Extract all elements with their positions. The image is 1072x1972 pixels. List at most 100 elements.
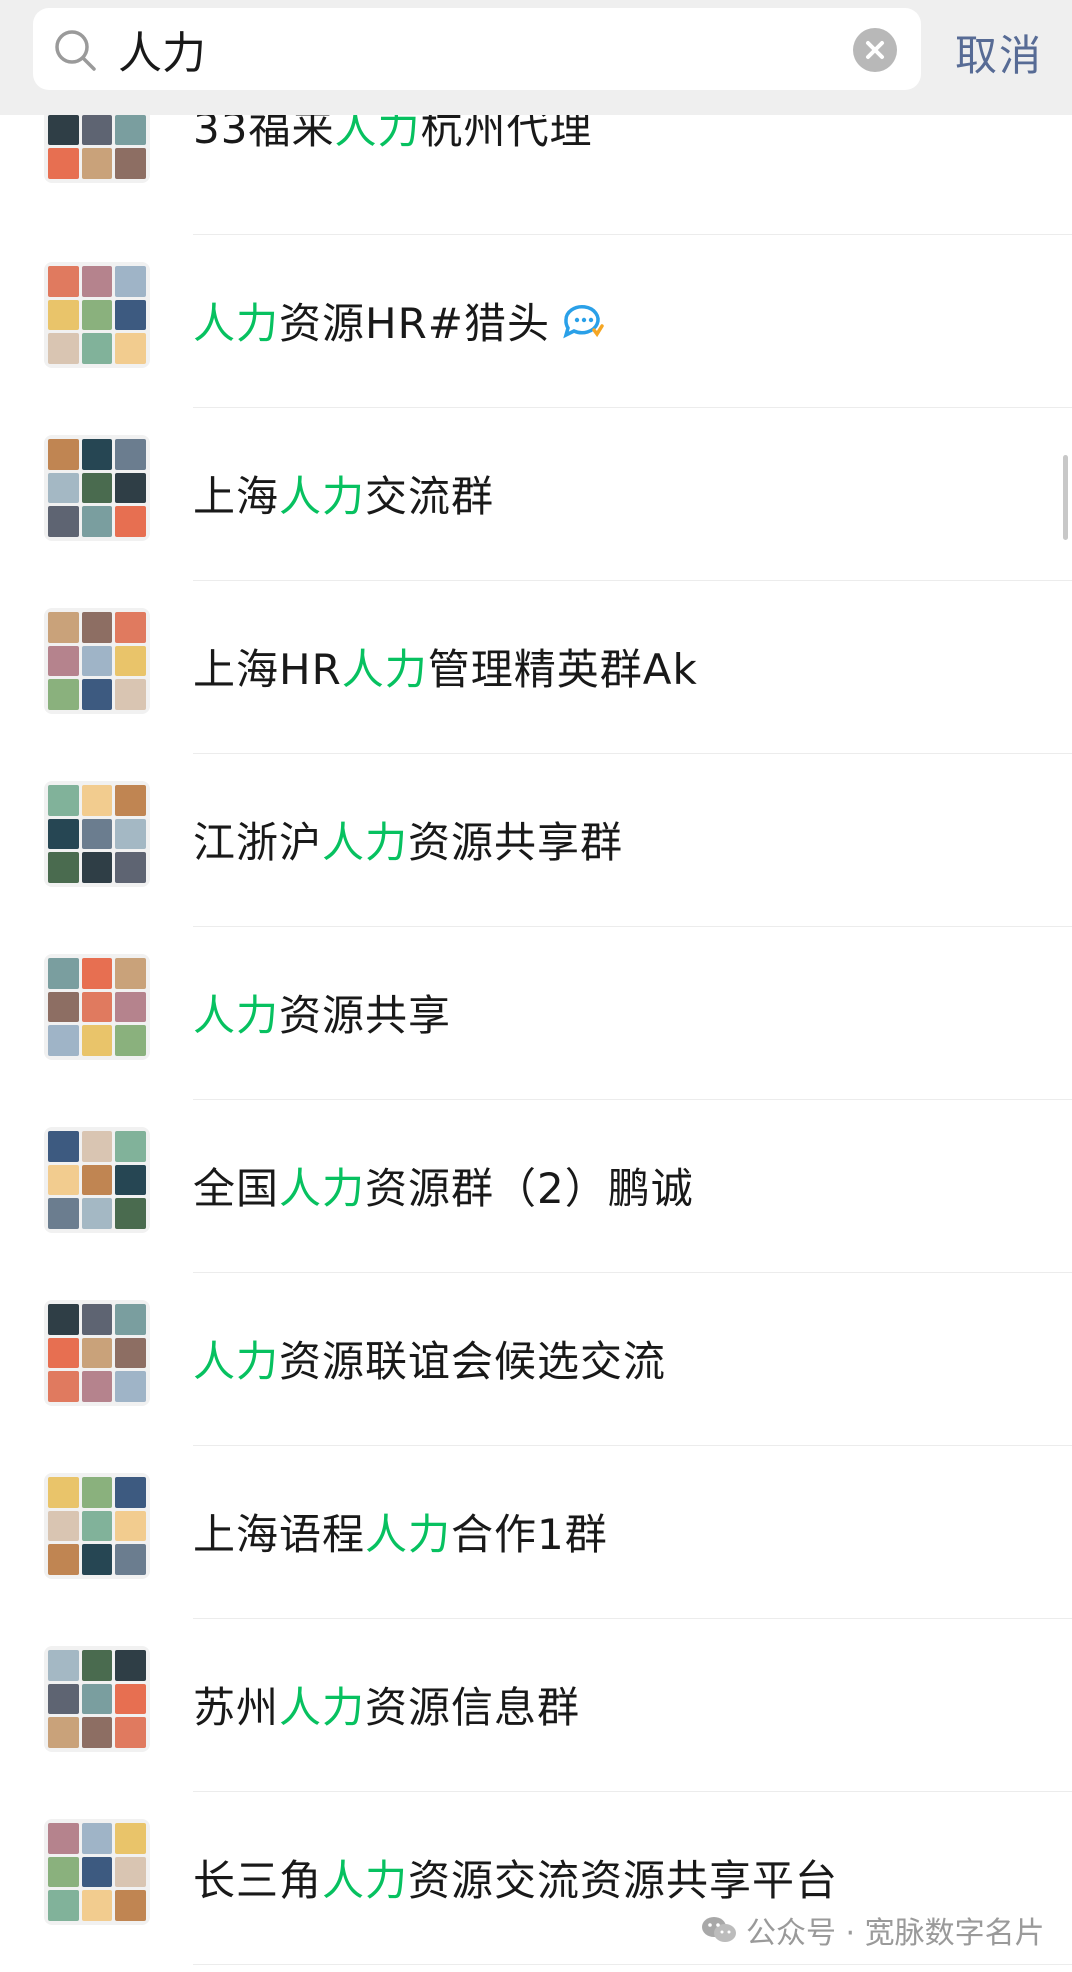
- group-name: 苏州人力资源信息群: [193, 1674, 580, 1735]
- member-avatar-tile: [115, 1683, 146, 1715]
- group-avatar: [44, 1127, 150, 1233]
- member-avatar-tile: [115, 1717, 146, 1748]
- keyword-highlight: 人力: [279, 1164, 366, 1213]
- member-avatar-tile: [115, 1477, 146, 1508]
- member-avatar-tile: [48, 1856, 79, 1888]
- member-avatar-tile: [115, 1890, 146, 1921]
- member-avatar-tile: [48, 299, 79, 331]
- keyword-highlight: 人力: [322, 818, 409, 867]
- search-results-list: 33福来人力杭州代理 人力资源HR#猎头 上海人力交流群 上海HR人力管理精英群Ak 江…: [0, 77, 1072, 1965]
- member-avatar-tile: [48, 612, 79, 643]
- search-result-row[interactable]: 人力资源HR#猎头: [0, 235, 1072, 408]
- member-avatar-tile: [115, 1371, 146, 1402]
- search-result-row[interactable]: 人力资源共享: [0, 927, 1072, 1100]
- chat-bubble-icon: [563, 304, 604, 339]
- group-avatar: [44, 1473, 150, 1579]
- member-avatar-tile: [48, 1164, 79, 1196]
- clear-search-button[interactable]: [853, 28, 897, 72]
- member-avatar-tile: [115, 472, 146, 504]
- member-avatar-tile: [48, 1717, 79, 1748]
- name-suffix: 交流群: [365, 472, 495, 521]
- search-input[interactable]: [118, 18, 858, 80]
- member-avatar-tile: [115, 148, 146, 179]
- watermark: 公众号 · 宽脉数字名片: [700, 1908, 1045, 1952]
- member-avatar-tile: [81, 958, 113, 989]
- search-result-row[interactable]: 苏州人力资源信息群: [0, 1619, 1072, 1792]
- member-avatar-tile: [48, 1650, 79, 1681]
- name-suffix: 资源信息群: [365, 1683, 581, 1732]
- member-avatar-tile: [115, 679, 146, 710]
- member-avatar-tile: [48, 1337, 79, 1369]
- scrollbar[interactable]: [1063, 455, 1068, 540]
- group-avatar: [44, 954, 150, 1060]
- keyword-highlight: 人力: [193, 991, 280, 1040]
- name-suffix: 资源共享群: [408, 818, 624, 867]
- member-avatar-tile: [115, 1304, 146, 1335]
- member-avatar-tile: [115, 266, 146, 297]
- member-avatar-tile: [48, 1683, 79, 1715]
- member-avatar-tile: [81, 785, 113, 816]
- member-avatar-tile: [48, 506, 79, 537]
- member-avatar-tile: [48, 785, 79, 816]
- member-avatar-tile: [115, 1510, 146, 1542]
- search-result-row[interactable]: 上海HR人力管理精英群Ak: [0, 581, 1072, 754]
- search-box[interactable]: [33, 8, 921, 90]
- member-avatar-tile: [81, 1544, 113, 1575]
- member-avatar-tile: [81, 1371, 113, 1402]
- group-avatar: [44, 1300, 150, 1406]
- member-avatar-tile: [81, 1337, 113, 1369]
- name-suffix: 资源HR#猎头: [279, 299, 550, 348]
- keyword-highlight: 人力: [365, 1510, 452, 1559]
- member-avatar-tile: [115, 612, 146, 643]
- member-avatar-tile: [81, 114, 113, 146]
- keyword-highlight: 人力: [193, 299, 280, 348]
- member-avatar-tile: [81, 333, 113, 364]
- member-avatar-tile: [81, 1477, 113, 1508]
- keyword-highlight: 人力: [279, 1683, 366, 1732]
- member-avatar-tile: [115, 1131, 146, 1162]
- member-avatar-tile: [81, 1510, 113, 1542]
- group-name: 上海语程人力合作1群: [193, 1501, 608, 1562]
- name-suffix: 资源群（2）鹏诚: [365, 1164, 694, 1213]
- name-prefix: 江浙沪: [193, 818, 323, 867]
- name-suffix: 资源共享: [279, 991, 452, 1040]
- search-result-row[interactable]: 全国人力资源群（2）鹏诚: [0, 1100, 1072, 1273]
- group-name: 上海HR人力管理精英群Ak: [193, 636, 698, 697]
- member-avatar-tile: [115, 439, 146, 470]
- search-result-row[interactable]: 江浙沪人力资源共享群: [0, 754, 1072, 927]
- member-avatar-tile: [115, 1164, 146, 1196]
- name-prefix: 长三角: [193, 1856, 323, 1905]
- member-avatar-tile: [115, 958, 146, 989]
- member-avatar-tile: [115, 1198, 146, 1229]
- member-avatar-tile: [48, 1198, 79, 1229]
- search-result-row[interactable]: 人力资源联谊会候选交流: [0, 1273, 1072, 1446]
- group-avatar: [44, 781, 150, 887]
- member-avatar-tile: [81, 1164, 113, 1196]
- member-avatar-tile: [48, 114, 79, 146]
- cancel-button[interactable]: 取消: [955, 22, 1043, 83]
- search-result-row[interactable]: 上海人力交流群: [0, 408, 1072, 581]
- member-avatar-tile: [48, 1890, 79, 1921]
- member-avatar-tile: [115, 114, 146, 146]
- group-avatar: [44, 435, 150, 541]
- member-avatar-tile: [115, 852, 146, 883]
- member-avatar-tile: [81, 1198, 113, 1229]
- member-avatar-tile: [48, 1131, 79, 1162]
- name-prefix: 全国: [193, 1164, 280, 1213]
- member-avatar-tile: [81, 1131, 113, 1162]
- member-avatar-tile: [48, 852, 79, 883]
- member-avatar-tile: [81, 1823, 113, 1854]
- member-avatar-tile: [115, 991, 146, 1023]
- name-suffix: 资源联谊会候选交流: [279, 1337, 667, 1386]
- name-prefix: 上海语程: [193, 1510, 366, 1559]
- search-result-row[interactable]: 上海语程人力合作1群: [0, 1446, 1072, 1619]
- member-avatar-tile: [81, 852, 113, 883]
- member-avatar-tile: [115, 506, 146, 537]
- member-avatar-tile: [115, 1650, 146, 1681]
- search-icon: [55, 30, 96, 71]
- member-avatar-tile: [48, 472, 79, 504]
- group-name: 全国人力资源群（2）鹏诚: [193, 1155, 694, 1216]
- member-avatar-tile: [48, 958, 79, 989]
- member-avatar-tile: [115, 1823, 146, 1854]
- member-avatar-tile: [48, 1823, 79, 1854]
